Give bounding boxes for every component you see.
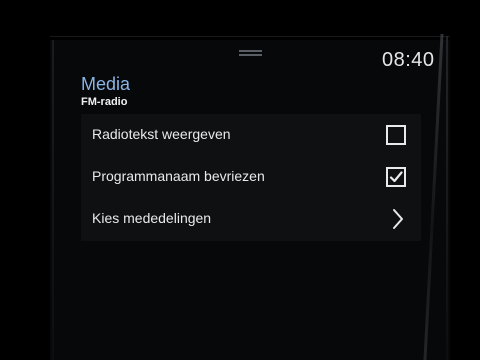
pull-down-handle[interactable] [239, 50, 262, 56]
checkmark-icon [389, 171, 403, 183]
settings-list: Radiotekst weergeven Programmanaam bevri… [81, 114, 421, 241]
setting-row-announcements[interactable]: Kies mededelingen [81, 198, 421, 240]
setting-label: Kies mededelingen [92, 210, 212, 226]
chevron-right-icon[interactable] [391, 208, 405, 230]
page-title: Media [81, 74, 131, 94]
status-clock: 08:40 [382, 49, 435, 71]
setting-row-freeze-program-name[interactable]: Programmanaam bevriezen [81, 156, 421, 198]
setting-row-radiotext[interactable]: Radiotekst weergeven [81, 114, 421, 156]
infotainment-screen: 08:40 Media FM-radio Radiotekst weergeve… [0, 0, 480, 360]
bezel-edge-top [50, 36, 450, 37]
setting-label: Programmanaam bevriezen [92, 168, 265, 184]
freeze-program-name-checkbox[interactable] [386, 167, 406, 187]
radiotext-checkbox[interactable] [386, 125, 406, 145]
page-subtitle: FM-radio [81, 96, 128, 108]
bezel-edge-right-outer [446, 36, 448, 360]
setting-label: Radiotekst weergeven [92, 126, 231, 142]
bezel-edge-left [52, 40, 54, 360]
